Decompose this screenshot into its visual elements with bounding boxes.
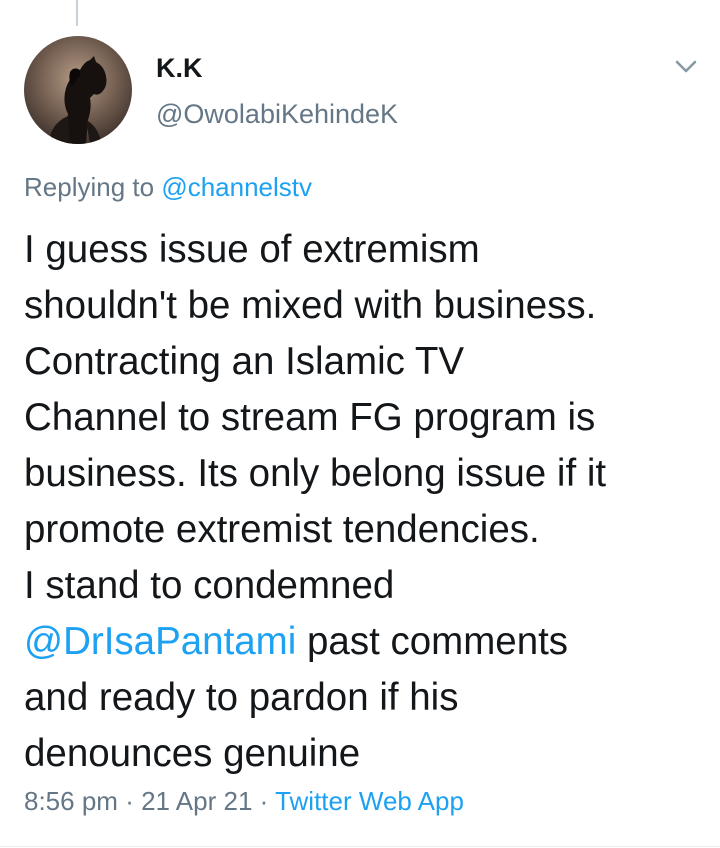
tweet-text-line: Channel to stream FG program is	[24, 396, 596, 439]
meta-separator: ·	[259, 786, 269, 816]
tweet-text-fragment: past comments	[296, 620, 569, 663]
tweet-time[interactable]: 8:56 pm	[24, 786, 118, 816]
tweet-text-line: I stand to condemned	[24, 564, 395, 607]
tweet-text-line-with-mention: @DrIsaPantami past comments	[24, 614, 714, 670]
tweet-text-line: promote extremist tendencies.	[24, 508, 540, 551]
tweet-date[interactable]: 21 Apr 21	[141, 786, 252, 816]
body-mention-link[interactable]: @DrIsaPantami	[24, 620, 296, 663]
replying-to-line: Replying to @channelstv	[24, 172, 312, 203]
tweet-text-line: I guess issue of extremism	[24, 228, 480, 271]
tweet-text-line: and ready to pardon if his	[24, 676, 459, 719]
tweet-text-line: business. Its only belong issue if it	[24, 452, 607, 495]
tweet-metadata: 8:56 pm · 21 Apr 21 · Twitter Web App	[24, 786, 464, 817]
user-handle[interactable]: @OwolabiKehindeK	[156, 99, 398, 130]
tweet-text-line: denounces genuine	[24, 732, 361, 775]
tweet-detail: K.K @OwolabiKehindeK Replying to @channe…	[0, 0, 720, 848]
meta-separator: ·	[125, 786, 134, 816]
chevron-down-icon[interactable]	[668, 52, 704, 80]
thread-connector-line	[76, 0, 78, 26]
display-name[interactable]: K.K	[156, 53, 203, 84]
tweet-source-link[interactable]: Twitter Web App	[275, 786, 464, 816]
horse-avatar-icon	[24, 36, 132, 144]
tweet-text-line: Contracting an Islamic TV	[24, 340, 465, 383]
tweet-text: I guess issue of extremism shouldn't be …	[24, 222, 714, 782]
reply-mention-link[interactable]: @channelstv	[161, 172, 312, 202]
avatar[interactable]	[24, 36, 132, 144]
divider	[0, 846, 720, 847]
tweet-text-line: shouldn't be mixed with business.	[24, 284, 597, 327]
replying-to-prefix: Replying to	[24, 172, 155, 202]
